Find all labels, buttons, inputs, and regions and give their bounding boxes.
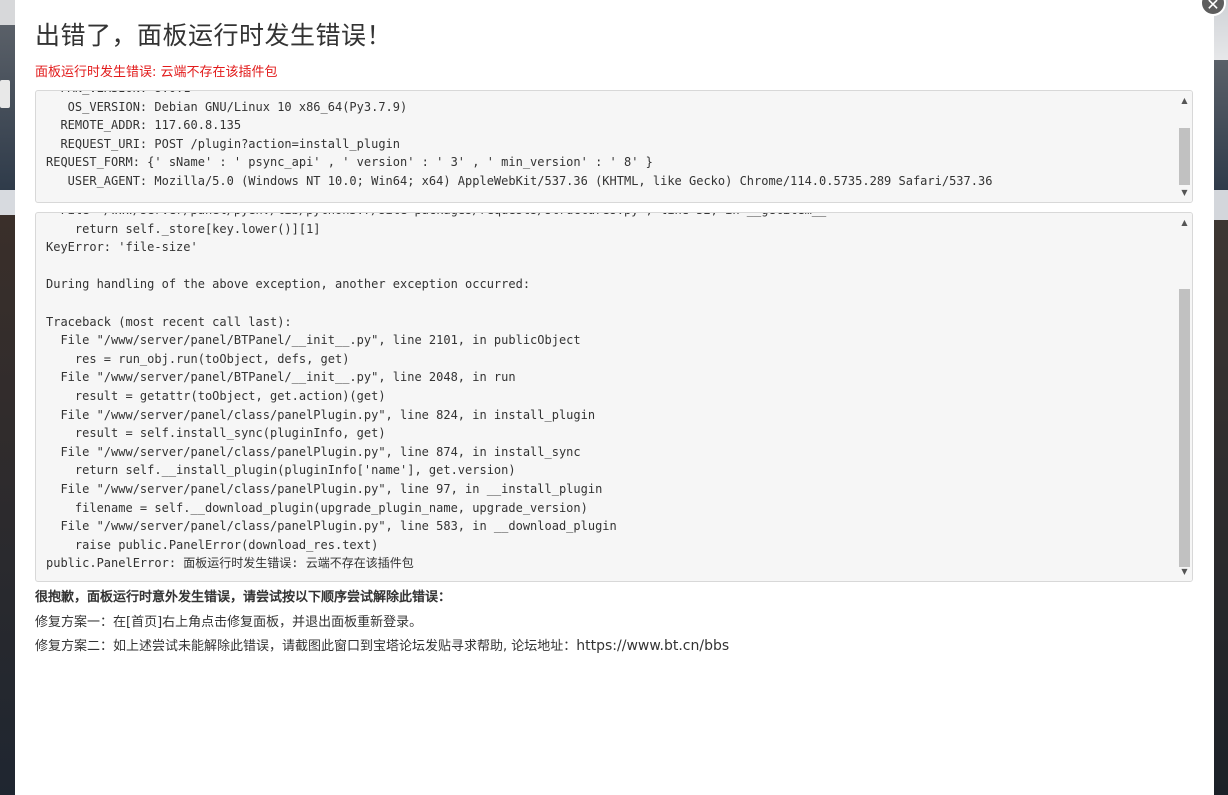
scroll-down-arrow-icon[interactable]: ▼ <box>1177 564 1192 579</box>
environment-info-text: PAN_VERSION: 8.0.1 OS_VERSION: Debian GN… <box>46 91 1174 202</box>
code-line: REMOTE_ADDR: 117.60.8.135 <box>46 118 242 133</box>
code-line: KeyError: 'file-size' <box>46 240 198 255</box>
code-line: OS_VERSION: Debian GNU/Linux 10 x86_64(P… <box>46 99 408 114</box>
fix-option-two: 修复方案二：如上述尝试未能解除此错误，请截图此窗口到宝塔论坛发贴寻求帮助, 论坛… <box>35 635 729 654</box>
environment-info-box[interactable]: PAN_VERSION: 8.0.1 OS_VERSION: Debian GN… <box>35 90 1193 203</box>
traceback-text: File "/www/server/panel/pyenv/lib/python… <box>46 213 1174 581</box>
environment-info-scrollbar[interactable]: ▲ ▼ <box>1177 91 1192 202</box>
dialog-title: 出错了，面板运行时发生错误！ <box>35 21 393 50</box>
error-message: 面板运行时发生错误: 云端不存在该插件包 <box>35 65 278 80</box>
code-line: File "/www/server/panel/class/panelPlugi… <box>46 407 596 422</box>
fix-option-two-text: 修复方案二：如上述尝试未能解除此错误，请截图此窗口到宝塔论坛发贴寻求帮助, 论坛… <box>35 639 577 654</box>
code-line: raise public.PanelError(download_res.tex… <box>46 537 379 552</box>
code-line: return self._store[key.lower()][1] <box>46 221 321 236</box>
code-line: result = getattr(toObject, get.action)(g… <box>46 388 386 403</box>
code-line: return self.__install_plugin(pluginInfo[… <box>46 463 516 478</box>
traceback-scrollbar[interactable]: ▲ ▼ <box>1177 213 1192 581</box>
forum-link[interactable]: https://www.bt.cn/bbs <box>576 638 729 654</box>
code-line: REQUEST_FORM: {' sName' : ' psync_api' ,… <box>46 155 653 170</box>
background-left-strip <box>0 0 15 795</box>
help-title: 很抱歉，面板运行时意外发生错误，请尝试按以下顺序尝试解除此错误： <box>35 590 452 605</box>
scroll-down-arrow-icon[interactable]: ▼ <box>1177 185 1192 200</box>
code-line: res = run_obj.run(toObject, defs, get) <box>46 351 350 366</box>
error-dialog: 出错了，面板运行时发生错误！ 面板运行时发生错误: 云端不存在该插件包 PAN_… <box>15 0 1214 795</box>
code-line: During handling of the above exception, … <box>46 277 531 292</box>
code-line: USER_AGENT: Mozilla/5.0 (Windows NT 10.0… <box>46 173 993 188</box>
code-line: Traceback (most recent call last): <box>46 314 292 329</box>
scroll-up-arrow-icon[interactable]: ▲ <box>1177 215 1192 230</box>
code-line: File "/www/server/panel/class/panelPlugi… <box>46 444 581 459</box>
code-line: File "/www/server/panel/class/panelPlugi… <box>46 481 603 496</box>
code-line: File "/www/server/panel/BTPanel/__init__… <box>46 370 516 385</box>
scrollbar-thumb[interactable] <box>1179 289 1190 567</box>
code-line: File "/www/server/panel/pyenv/lib/python… <box>46 213 1174 220</box>
code-line: result = self.install_sync(pluginInfo, g… <box>46 426 386 441</box>
code-line: REQUEST_URI: POST /plugin?action=install… <box>46 136 401 151</box>
scrollbar-thumb[interactable] <box>1179 128 1190 185</box>
code-line: File "/www/server/panel/class/panelPlugi… <box>46 519 617 534</box>
background-right-strip <box>1214 0 1228 795</box>
code-line: File "/www/server/panel/BTPanel/__init__… <box>46 333 581 348</box>
fix-option-one: 修复方案一：在[首页]右上角点击修复面板，并退出面板重新登录。 <box>35 615 423 630</box>
scroll-up-arrow-icon[interactable]: ▲ <box>1177 93 1192 108</box>
code-line: PAN_VERSION: 8.0.1 <box>46 91 1174 98</box>
code-line: public.PanelError: 面板运行时发生错误: 云端不存在该插件包 <box>46 556 414 571</box>
background-input-fragment <box>0 80 10 108</box>
code-line: filename = self.__download_plugin(upgrad… <box>46 500 588 515</box>
traceback-box[interactable]: File "/www/server/panel/pyenv/lib/python… <box>35 212 1193 582</box>
